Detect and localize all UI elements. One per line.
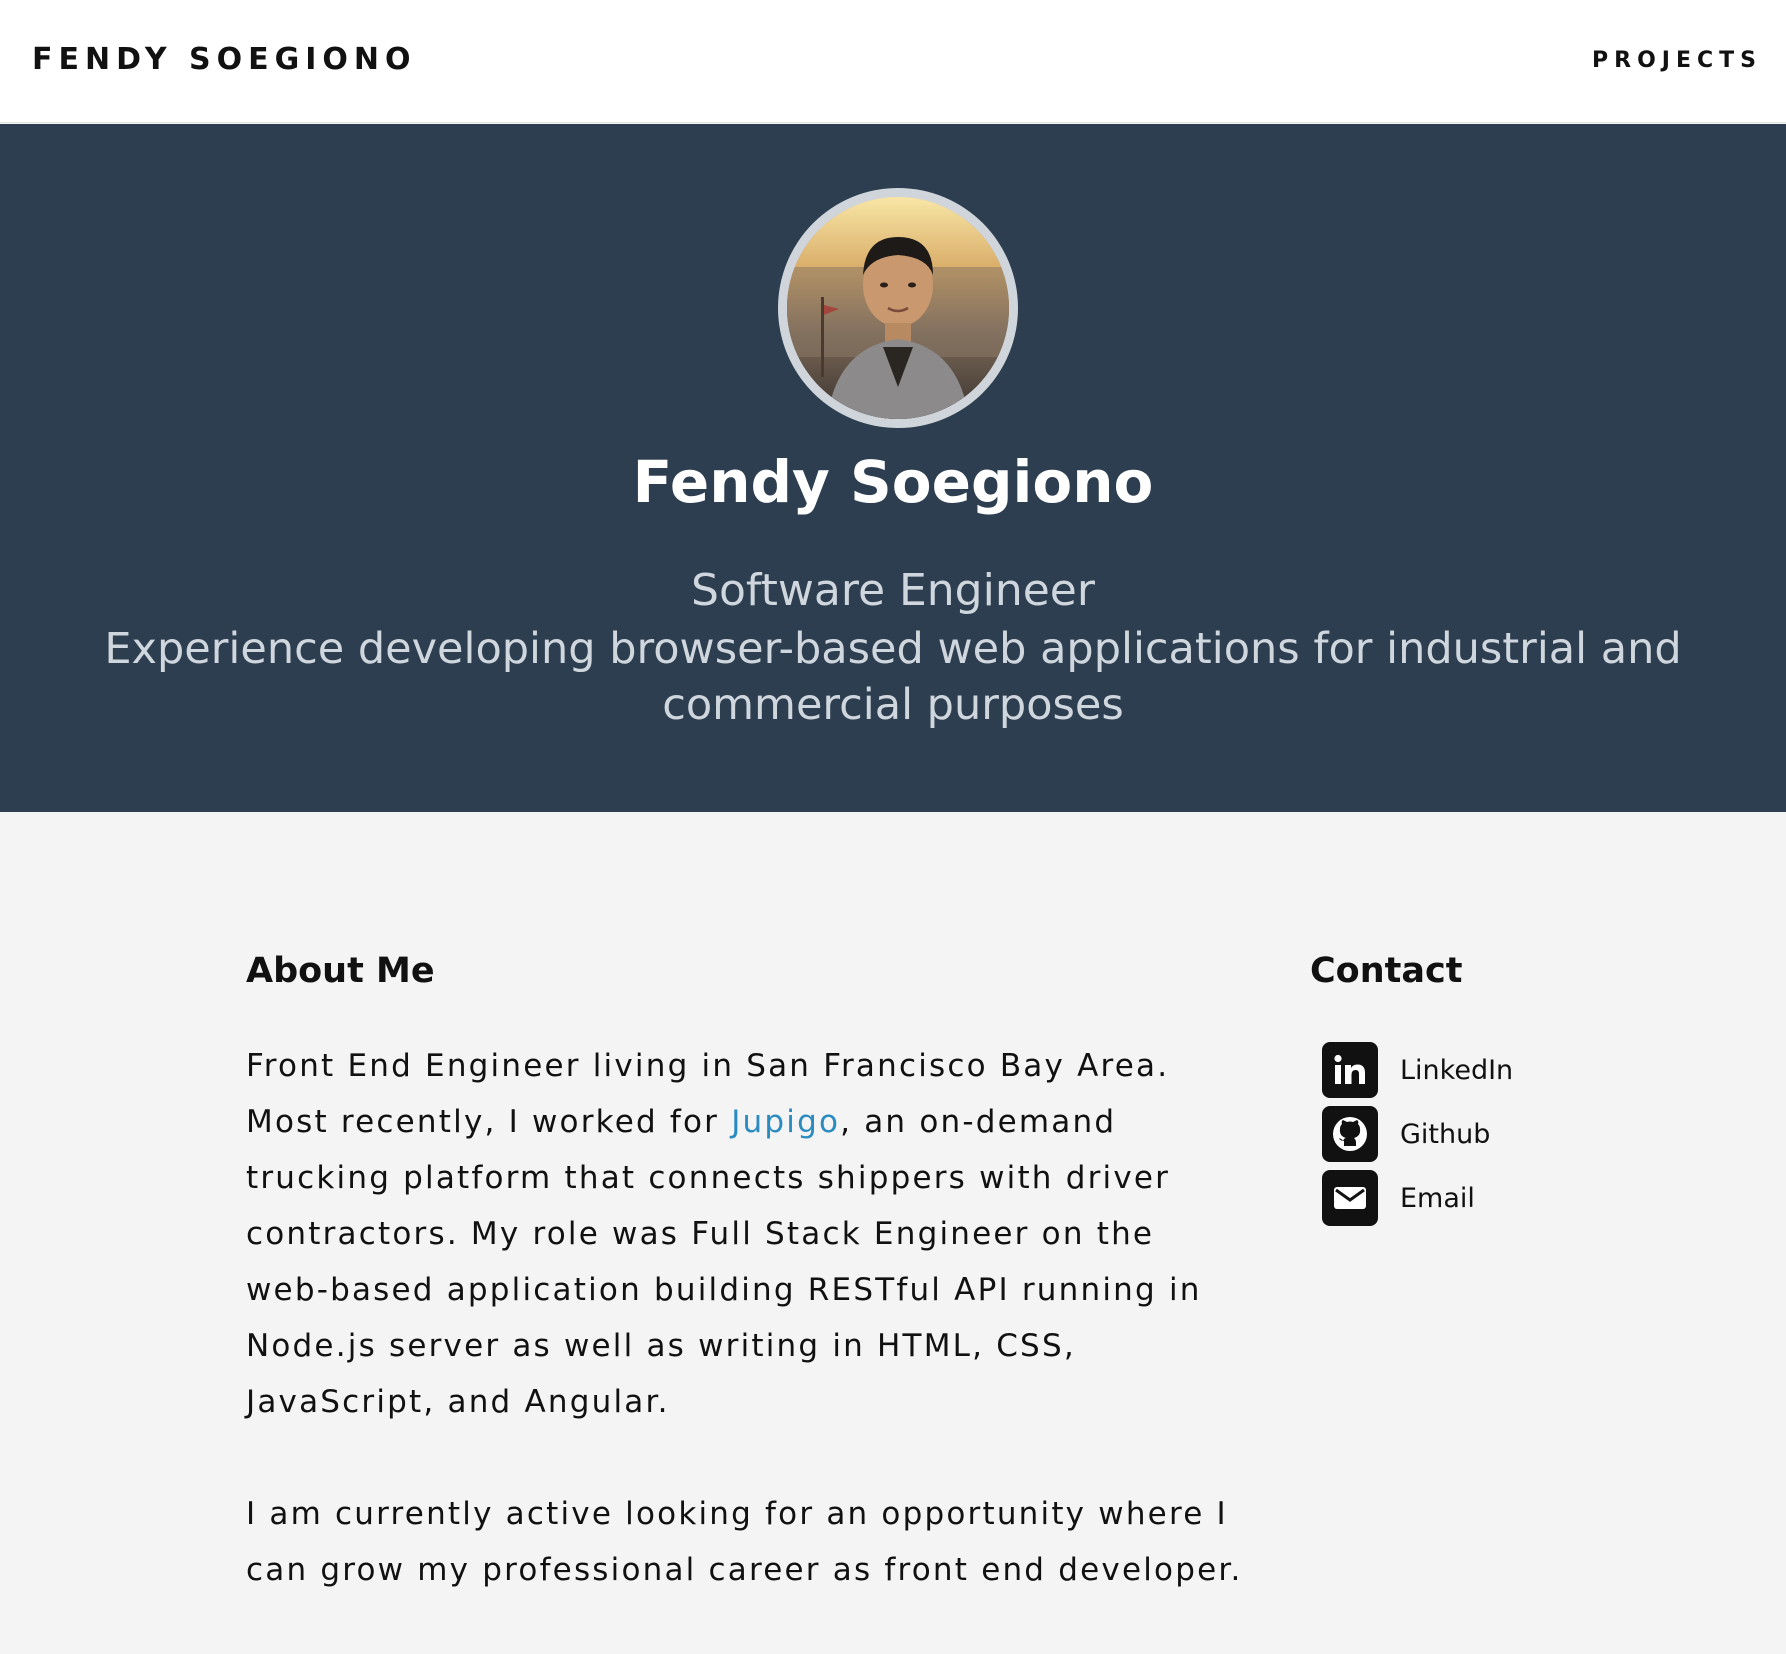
email-icon [1322, 1170, 1378, 1226]
contact-email-label: Email [1400, 1182, 1475, 1214]
profile-photo-icon [787, 197, 1009, 419]
linkedin-icon [1322, 1042, 1378, 1098]
contact-heading: Contact [1310, 951, 1463, 991]
about-paragraph-2: I am currently active looking for an opp… [246, 1496, 1243, 1588]
nav-projects-link[interactable]: PROJECTS [1592, 48, 1762, 73]
hero-description: Experience developing browser-based web … [104, 624, 1682, 730]
contact-list: LinkedIn Github Email [1322, 1042, 1513, 1234]
avatar [787, 197, 1009, 419]
contact-linkedin-link[interactable]: LinkedIn [1322, 1042, 1513, 1098]
contact-github-link[interactable]: Github [1322, 1106, 1513, 1162]
hero-job-title: Software Engineer [691, 565, 1095, 616]
contact-linkedin-label: LinkedIn [1400, 1054, 1514, 1086]
contact-email-link[interactable]: Email [1322, 1170, 1513, 1226]
github-icon [1322, 1106, 1378, 1162]
about-paragraph-1: Front End Engineer living in San Francis… [246, 1038, 1246, 1430]
contact-github-label: Github [1400, 1118, 1491, 1150]
brand-link[interactable]: FENDY SOEGIONO [32, 42, 416, 77]
avatar-frame [778, 188, 1018, 428]
top-navbar: FENDY SOEGIONO PROJECTS [0, 0, 1786, 123]
hero-section: Fendy Soegiono Software Engineer Experie… [0, 124, 1786, 812]
jupigo-link[interactable]: Jupigo [731, 1104, 840, 1140]
hero-name: Fendy Soegiono [632, 448, 1154, 516]
about-text: Front End Engineer living in San Francis… [246, 1038, 1246, 1654]
about-p1-text-after: , an on-demand trucking platform that co… [246, 1104, 1202, 1420]
about-heading: About Me [246, 951, 435, 991]
